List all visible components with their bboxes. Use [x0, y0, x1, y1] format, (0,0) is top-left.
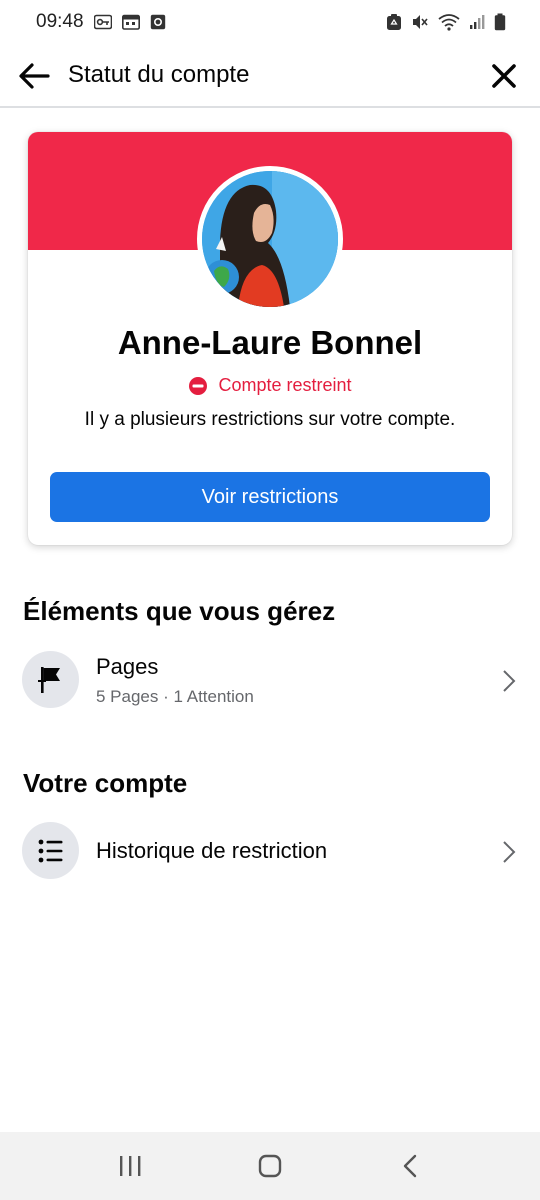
back-button[interactable]	[16, 58, 52, 94]
account-section-title: Votre compte	[23, 768, 188, 798]
view-restrictions-button[interactable]: Voir restrictions	[50, 472, 490, 522]
list-item-label: Historique de restriction	[96, 838, 328, 863]
profile-name: Anne-Laure Bonnel	[117, 324, 423, 361]
recent-apps-icon	[120, 1156, 141, 1176]
calendar-icon	[121, 14, 140, 30]
list-item-subtitle: 5 Pages · 1 Attention	[96, 687, 254, 706]
account-status-card: Anne-Laure Bonnel Compte restreint Il y …	[28, 132, 512, 545]
list-item-restriction-history[interactable]: Historique de restriction	[0, 812, 540, 892]
page-title: Statut du compte	[68, 61, 250, 88]
key-icon	[93, 14, 112, 30]
back-nav-button[interactable]	[380, 1141, 440, 1191]
close-button[interactable]	[486, 58, 522, 94]
record-icon	[150, 14, 168, 30]
managed-section-title: Éléments que vous gérez	[23, 596, 336, 626]
chevron-right-icon	[503, 841, 516, 863]
list-icon	[38, 839, 62, 862]
signal-icon	[469, 14, 485, 30]
status-time: 09:48	[36, 11, 84, 32]
system-nav-bar	[0, 1132, 540, 1200]
status-description: Il y a plusieurs restrictions sur votre …	[84, 409, 456, 430]
app-header: Statut du compte	[0, 44, 540, 108]
back-arrow-icon	[19, 63, 50, 89]
status-bar: 09:48	[0, 0, 540, 44]
status-label: Compte restreint	[218, 375, 352, 395]
avatar	[197, 166, 343, 312]
list-item-label: Pages	[96, 654, 159, 679]
mute-icon	[411, 13, 429, 31]
status-bar-left: 09:48	[36, 11, 168, 33]
chevron-right-icon	[503, 670, 516, 692]
close-icon	[492, 64, 516, 88]
account-status: Compte restreint	[28, 375, 512, 396]
restricted-icon	[189, 376, 208, 395]
home-button[interactable]	[240, 1141, 300, 1191]
wifi-icon	[438, 13, 460, 31]
pages-icon-circle	[22, 651, 79, 708]
battery-icon	[494, 13, 506, 31]
recycle-icon	[386, 13, 402, 31]
flag-icon	[37, 666, 60, 693]
back-nav-icon	[403, 1154, 417, 1178]
history-icon-circle	[22, 822, 79, 879]
recent-apps-button[interactable]	[100, 1141, 160, 1191]
home-icon	[258, 1154, 282, 1178]
status-bar-right	[386, 13, 506, 31]
list-item-pages[interactable]: Pages 5 Pages · 1 Attention	[0, 641, 540, 721]
